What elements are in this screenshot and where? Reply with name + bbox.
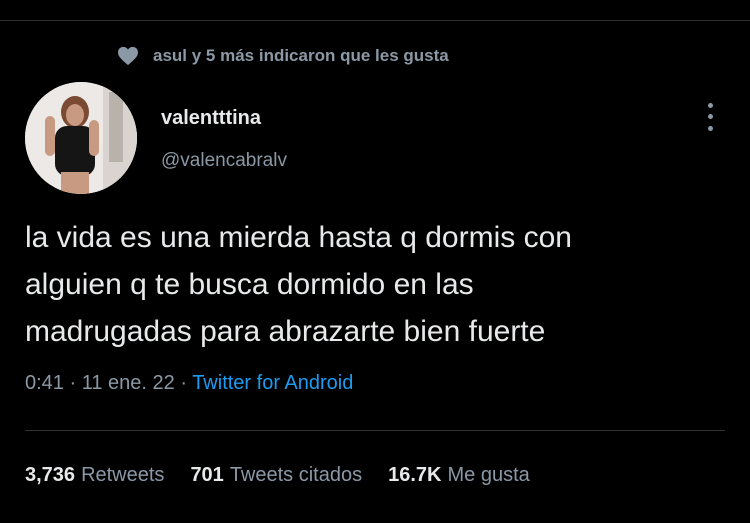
tweet-stats: 3,736 Retweets 701 Tweets citados 16.7K Me … — [25, 464, 530, 487]
retweets-count: 3,736 — [25, 464, 76, 486]
social-context[interactable]: asul y 5 más indicaron que les gusta — [117, 44, 449, 68]
tweet-source-link[interactable]: Twitter for Android — [192, 372, 353, 394]
meta-separator: · — [174, 372, 193, 394]
stats-divider — [25, 430, 725, 431]
heart-icon — [118, 46, 138, 66]
quotes-label: Tweets citados — [229, 464, 363, 486]
avatar-photo — [25, 82, 137, 194]
quotes-stat[interactable]: 701 Tweets citados — [190, 464, 362, 487]
quotes-count: 701 — [190, 464, 224, 486]
author-name[interactable]: valentttina — [161, 107, 261, 130]
likes-count: 16.7K — [388, 464, 442, 486]
more-options-icon[interactable] — [700, 100, 720, 134]
tweet-date[interactable]: 11 ene. 22 — [82, 372, 175, 394]
retweets-label: Retweets — [81, 464, 165, 486]
tweet-time[interactable]: 0:41 — [25, 372, 64, 394]
tweet-text: la vida es una mierda hasta q dormis con… — [25, 221, 572, 348]
likes-label: Me gusta — [447, 464, 530, 486]
tweet-meta: 0:41 · 11 ene. 22 · Twitter for Android — [25, 372, 353, 395]
retweets-stat[interactable]: 3,736 Retweets — [25, 464, 164, 487]
meta-separator: · — [63, 372, 82, 394]
top-divider — [0, 20, 750, 21]
avatar[interactable] — [25, 82, 137, 194]
author-handle[interactable]: @valencabralv — [161, 150, 287, 172]
social-context-text: asul y 5 más indicaron que les gusta — [153, 46, 449, 65]
likes-stat[interactable]: 16.7K Me gusta — [388, 464, 530, 487]
